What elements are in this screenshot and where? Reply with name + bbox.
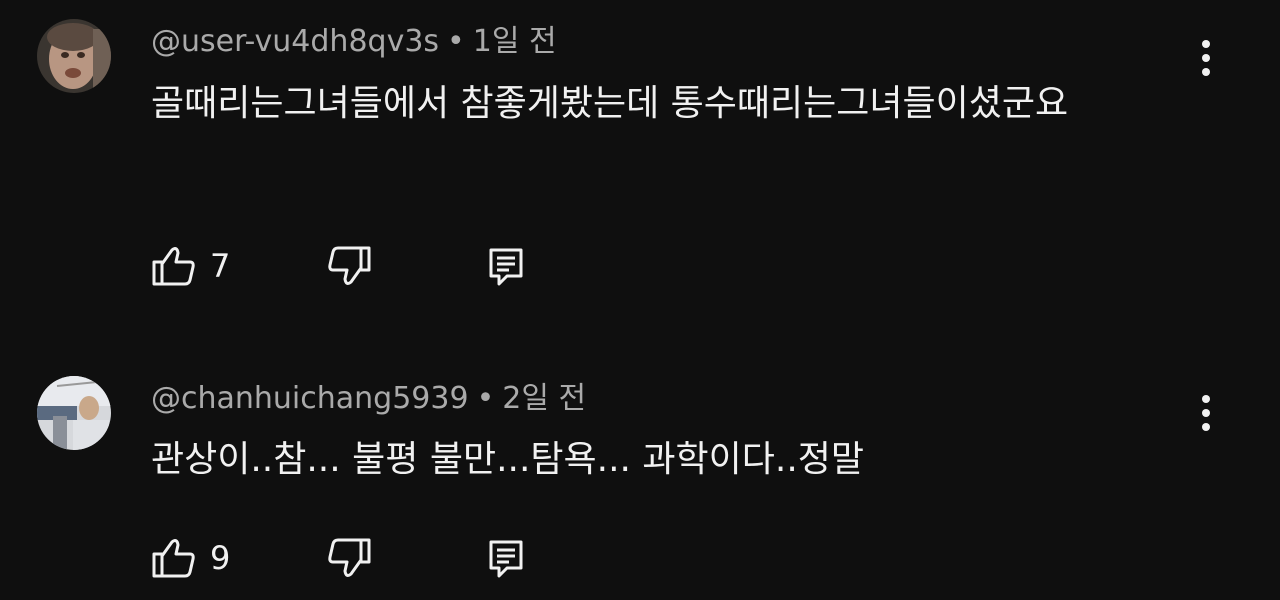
dislike-button[interactable] (325, 534, 377, 582)
reply-icon (489, 248, 523, 286)
meta-separator: • (447, 24, 465, 59)
like-button[interactable]: 7 (150, 242, 240, 290)
comment-meta: @chanhuichang5939 • 2일 전 (151, 379, 586, 419)
reply-icon (489, 540, 523, 578)
comment-time[interactable]: 1일 전 (473, 24, 557, 59)
thumbs-up-icon (152, 247, 195, 286)
reply-button[interactable] (483, 534, 531, 582)
more-vertical-icon (1202, 395, 1210, 403)
more-actions-button[interactable] (1186, 36, 1226, 82)
avatar[interactable] (37, 19, 111, 93)
avatar[interactable] (37, 376, 111, 450)
user-avatar-2-icon (37, 376, 111, 450)
comment-time[interactable]: 2일 전 (502, 381, 586, 416)
author-handle[interactable]: @chanhuichang5939 (151, 381, 469, 416)
more-vertical-icon (1202, 40, 1210, 48)
more-vertical-icon (1202, 54, 1210, 62)
comment-text: 관상이..참... 불평 불만...탐욕... 과학이다..정말 (151, 439, 865, 480)
more-vertical-icon (1202, 409, 1210, 417)
like-count: 9 (210, 539, 231, 577)
like-count: 7 (210, 247, 231, 285)
author-handle[interactable]: @user-vu4dh8qv3s (151, 24, 439, 59)
dislike-button[interactable] (325, 242, 377, 290)
meta-separator: • (476, 381, 495, 416)
more-actions-button[interactable] (1186, 391, 1226, 437)
user-avatar-1-icon (37, 19, 111, 93)
comment-meta: @user-vu4dh8qv3s • 1일 전 (151, 22, 557, 62)
like-button[interactable]: 9 (150, 534, 240, 582)
more-vertical-icon (1202, 68, 1210, 76)
comment-text: 골때리는그녀들에서 참좋게봤는데 통수때리는그녀들이셨군요 (151, 83, 1069, 124)
thumbs-down-icon (328, 246, 371, 285)
thumbs-down-icon (328, 538, 371, 577)
more-vertical-icon (1202, 423, 1210, 431)
reply-button[interactable] (483, 242, 531, 290)
thumbs-up-icon (152, 539, 195, 578)
